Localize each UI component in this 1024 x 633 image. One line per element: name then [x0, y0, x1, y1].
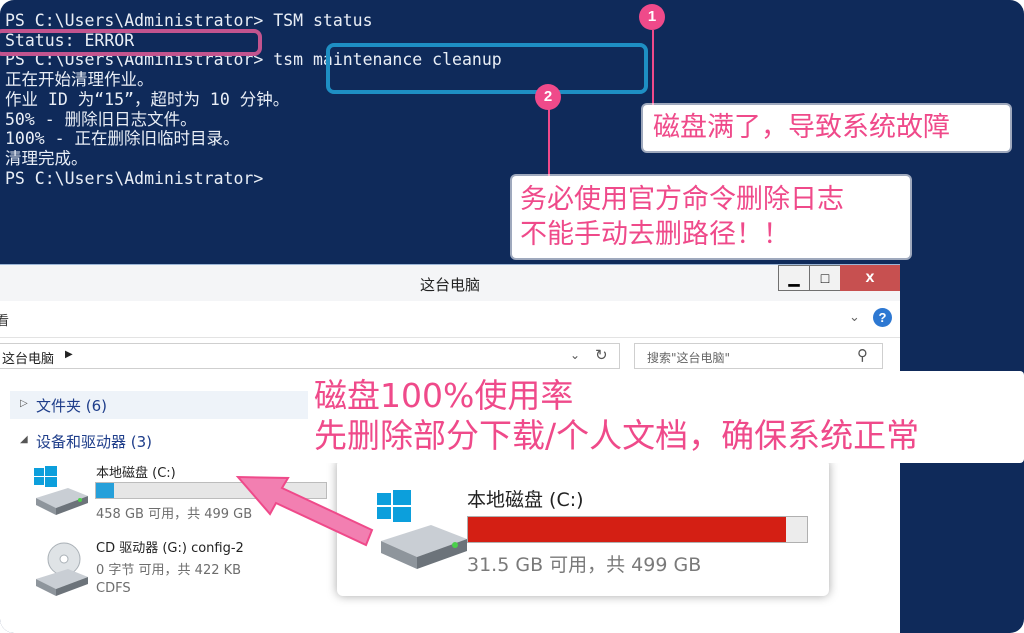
drive-capacity: 0 字节 可用，共 422 KB: [96, 563, 242, 578]
hard-drive-icon: [34, 466, 88, 515]
search-input[interactable]: 搜索"这台电脑" ⚲: [634, 343, 883, 369]
address-bar[interactable]: 这台电脑 ▶ ⌄ ↻: [0, 343, 620, 369]
breadcrumb[interactable]: 这台电脑: [2, 348, 54, 367]
drive-capacity: 31.5 GB 可用，共 499 GB: [467, 554, 702, 576]
breadcrumb-arrow-icon[interactable]: ▶: [65, 349, 73, 360]
chevron-down-icon[interactable]: ⌄: [570, 348, 580, 362]
step-badge-1: 1: [639, 4, 665, 30]
callout-disk-full: 磁盘满了，导致系统故障: [643, 105, 1010, 151]
leader-line-1: [652, 30, 654, 110]
ribbon-bar: 看 ⌄ ?: [0, 301, 900, 338]
explorer-titlebar[interactable]: 这台电脑 ▁ □ x: [0, 265, 900, 301]
console-line: PS C:\Users\Administrator> TSM status: [5, 11, 373, 30]
maximize-icon: □: [820, 270, 830, 286]
close-icon: x: [865, 269, 875, 286]
search-icon[interactable]: ⚲: [857, 346, 868, 364]
callout-use-official-command: 务必使用官方命令删除日志 不能手动去删路径！！: [512, 176, 910, 258]
group-label: 设备和驱动器 (3): [36, 433, 153, 451]
console-line: 100% - 正在删除旧临时目录。: [5, 129, 240, 149]
annotated-screenshot: PS C:\Users\Administrator> TSM status Sta…: [0, 0, 1024, 633]
command-highlight-box: [326, 43, 648, 94]
drive-usage-fill: [96, 483, 115, 498]
drive-capacity: 458 GB 可用，共 499 GB: [96, 507, 253, 522]
callout-line: 不能手动去删路径！！: [520, 219, 790, 250]
close-button[interactable]: x: [840, 265, 900, 291]
status-highlight-box: [0, 29, 262, 56]
step-badge-2: 2: [535, 84, 561, 110]
minimize-icon: ▁: [788, 270, 800, 286]
console-line: 50% - 删除旧日志文件。: [5, 109, 197, 129]
callout-line: 先删除部分下载/个人文档，确保系统正常: [314, 416, 920, 455]
drive-filesystem: CDFS: [96, 581, 131, 596]
drive-usage-fill: [468, 517, 786, 542]
console-line: PS C:\Users\Administrator>: [5, 168, 264, 188]
group-devices[interactable]: ◢ 设备和驱动器 (3): [10, 427, 310, 455]
drive-zoom-card: 本地磁盘 (C:) 31.5 GB 可用，共 499 GB: [337, 459, 829, 596]
collapse-arrow-icon[interactable]: ◢: [20, 434, 28, 445]
cd-drive-icon: [36, 542, 88, 596]
drive-usage-bar: [467, 516, 808, 543]
maximize-button[interactable]: □: [809, 265, 841, 291]
drive-usage-bar: [95, 482, 327, 499]
window-title: 这台电脑: [419, 276, 480, 294]
callout-line: 务必使用官方命令删除日志: [520, 184, 844, 215]
drive-name: 本地磁盘 (C:): [467, 489, 584, 511]
group-label: 文件夹 (6): [36, 397, 108, 415]
drive-name: CD 驱动器 (G:) config-2: [96, 541, 244, 556]
help-icon[interactable]: ?: [873, 308, 892, 327]
callout-disk-100-percent: 磁盘100%使用率 先删除部分下载/个人文档，确保系统正常: [308, 371, 1024, 463]
minimize-button[interactable]: ▁: [778, 265, 810, 291]
chevron-down-icon[interactable]: ⌄: [849, 310, 860, 325]
drive-name: 本地磁盘 (C:): [96, 466, 176, 481]
callout-line: 磁盘100%使用率: [314, 376, 574, 415]
refresh-icon[interactable]: ↻: [595, 346, 608, 364]
hard-drive-icon: [377, 490, 467, 569]
ribbon-tab-view[interactable]: 看: [0, 310, 9, 329]
console-line: 清理完成。: [5, 148, 88, 168]
group-folders[interactable]: ▷ 文件夹 (6): [10, 391, 310, 419]
search-placeholder: 搜索"这台电脑": [647, 351, 731, 365]
leader-line-2: [548, 108, 550, 178]
expand-arrow-icon[interactable]: ▷: [20, 398, 28, 409]
